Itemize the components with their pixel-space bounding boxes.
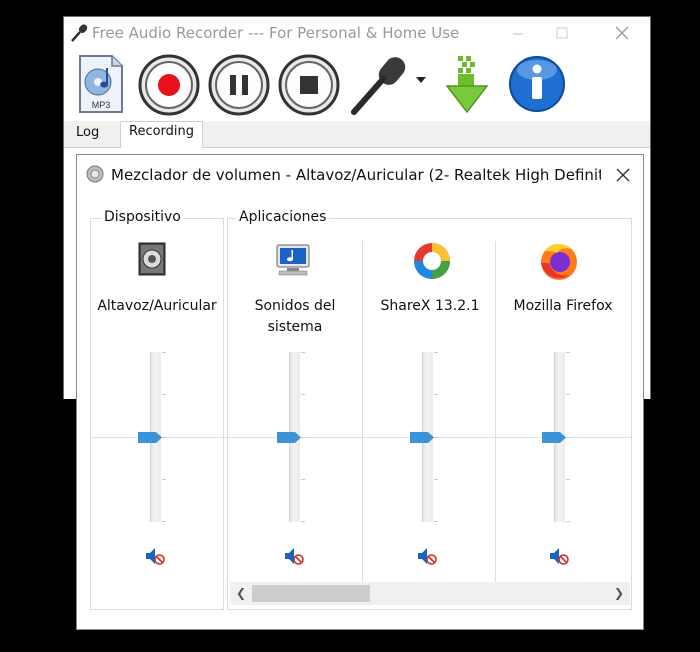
device-volume-slider[interactable] [138,352,168,522]
app-name-system-sounds: Sonidos del sistema [254,298,336,335]
close-icon[interactable] [613,165,633,185]
tab-recording[interactable]: Recording [120,121,204,148]
device-group-label: Dispositivo [101,209,184,225]
slider-tick [162,394,166,395]
recorder-tab-bar: Log Recording [64,121,650,148]
slider-tick [434,352,438,353]
slider-thumb[interactable] [542,431,566,443]
sharex-volume-slider[interactable] [410,352,440,522]
scroll-right-icon[interactable]: ❯ [614,586,624,600]
device-name: Altavoz/Auricular [97,298,217,314]
slider-tick [162,521,166,522]
maximize-icon[interactable] [552,23,572,43]
column-separator [495,241,496,583]
slider-tick [566,352,570,353]
firefox-mute-icon[interactable] [549,547,569,565]
slider-tick [434,394,438,395]
slider-tick [301,437,305,438]
slider-tick [566,479,570,480]
download-arrow-icon[interactable] [444,54,490,116]
tab-log[interactable]: Log [68,123,107,145]
recorder-title-bar[interactable]: Free Audio Recorder --- For Personal & H… [64,17,650,49]
microphone-icon[interactable] [348,54,410,116]
slider-tick [566,394,570,395]
firefox-volume-slider[interactable] [542,352,572,522]
system-sounds-volume-slider[interactable] [277,352,307,522]
pause-icon[interactable] [208,54,270,116]
applications-group-label: Aplicaciones [236,209,330,225]
volume-mixer-window: Mezclador de volumen - Altavoz/Auricular… [76,154,644,630]
applications-horizontal-scrollbar[interactable]: ❮ ❯ [230,582,630,605]
recorder-toolbar: MP3 [64,49,650,121]
slider-tick [162,479,166,480]
svg-text:MP3: MP3 [92,100,111,110]
slider-tick [434,479,438,480]
stop-icon[interactable] [278,54,340,116]
scrollbar-thumb[interactable] [252,585,370,602]
column-separator [362,241,363,583]
record-icon[interactable] [138,54,200,116]
sharex-mute-icon[interactable] [417,547,437,565]
speaker-icon [86,165,104,183]
slider-tick [301,521,305,522]
slider-thumb[interactable] [138,431,162,443]
slider-tick [566,521,570,522]
slider-tick [301,352,305,353]
firefox-icon [541,243,577,280]
sharex-icon [414,243,450,279]
slider-tick [301,394,305,395]
mixer-title-bar[interactable]: Mezclador de volumen - Altavoz/Auricular… [77,155,643,195]
slider-tick [301,479,305,480]
speaker-device-icon [138,242,166,276]
microphone-app-icon [71,24,88,42]
mp3-file-icon[interactable]: MP3 [78,54,124,114]
slider-thumb[interactable] [277,431,301,443]
system-sounds-mute-icon[interactable] [284,547,304,565]
slider-tick [162,437,166,438]
slider-tick [434,437,438,438]
info-icon[interactable] [508,54,566,116]
dropdown-arrow-icon[interactable] [416,77,426,85]
recorder-title: Free Audio Recorder --- For Personal & H… [92,24,460,42]
close-icon[interactable] [612,23,632,43]
system-sounds-icon [276,244,310,276]
slider-tick [162,352,166,353]
scroll-left-icon[interactable]: ❮ [236,586,246,600]
slider-tick [566,437,570,438]
device-mute-icon[interactable] [145,547,165,565]
app-name-firefox: Mozilla Firefox [513,298,613,314]
slider-thumb[interactable] [410,431,434,443]
mixer-title: Mezclador de volumen - Altavoz/Auricular… [111,166,601,184]
minimize-icon[interactable] [508,23,528,43]
app-name-sharex: ShareX 13.2.1 [380,298,480,314]
slider-tick [434,521,438,522]
